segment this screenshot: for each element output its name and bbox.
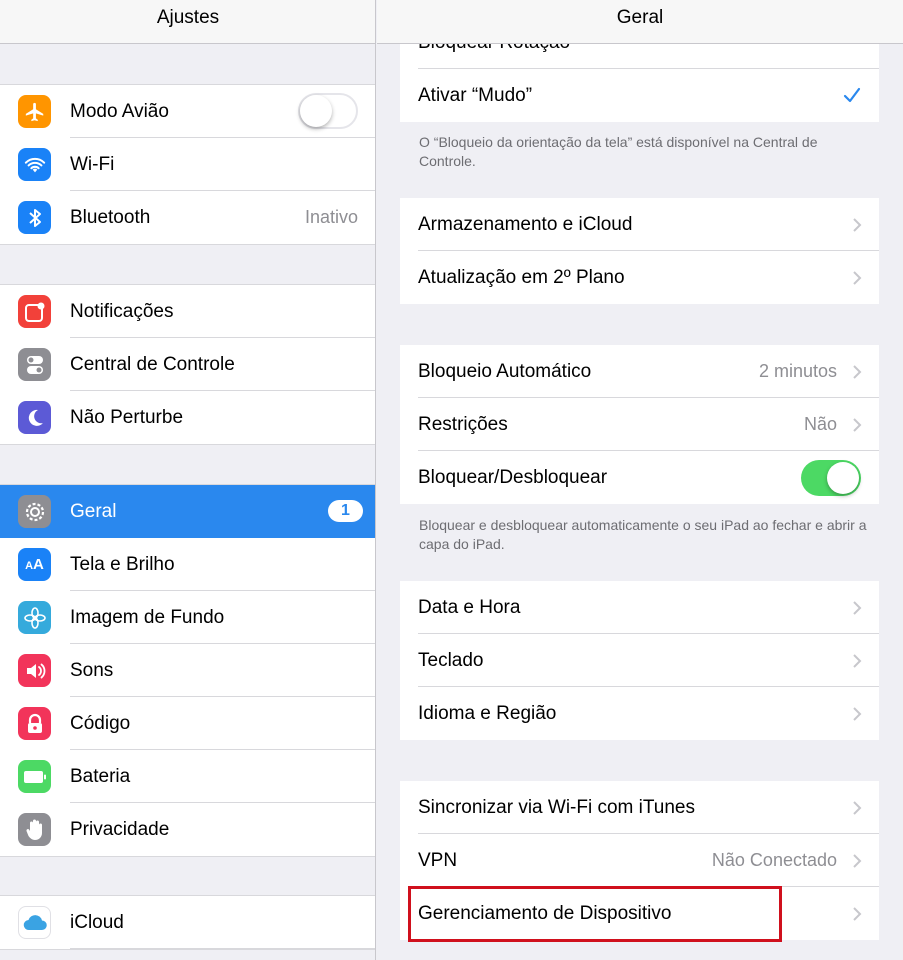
sidebar-item-label: Imagem de Fundo [70, 607, 225, 628]
settings-sidebar: Ajustes Modo Avião Wi-Fi Bluetooth Inati… [0, 0, 376, 960]
sidebar-item-notifications[interactable]: Notificações [0, 285, 375, 338]
update-badge: 1 [328, 500, 363, 522]
lock-unlock-toggle[interactable] [801, 460, 861, 496]
row-label: Restrições [418, 414, 508, 435]
sidebar-item-airplane-mode[interactable]: Modo Avião [0, 85, 375, 138]
chevron-right-icon [853, 218, 862, 232]
sidebar-item-label: Wi-Fi [70, 154, 115, 175]
sidebar-group-general: Geral 1 AA Tela e Brilho Imagem de Fundo… [0, 484, 375, 857]
lock-group: Bloqueio Automático 2 minutos Restrições… [400, 345, 879, 504]
itunes-wifi-sync-row[interactable]: Sincronizar via Wi-Fi com iTunes [400, 781, 879, 834]
sidebar-item-label: Não Perturbe [70, 407, 184, 428]
auto-lock-value: 2 minutos [758, 361, 837, 381]
sidebar-group-connectivity: Modo Avião Wi-Fi Bluetooth Inativo [0, 84, 375, 245]
background-refresh-row[interactable]: Atualização em 2º Plano [400, 251, 879, 304]
wallpaper-icon [18, 601, 51, 634]
sidebar-item-label: Privacidade [70, 819, 170, 840]
row-label: Bloquear/Desbloquear [418, 467, 608, 488]
vpn-status: Não Conectado [711, 850, 837, 870]
sidebar-item-label: Modo Avião [70, 101, 169, 122]
storage-icloud-row[interactable]: Armazenamento e iCloud [400, 198, 879, 251]
vpn-row[interactable]: VPN Não Conectado [400, 834, 879, 887]
checkmark-icon [843, 87, 861, 103]
sidebar-item-do-not-disturb[interactable]: Não Perturbe [0, 391, 375, 444]
restrictions-row[interactable]: Restrições Não [400, 398, 879, 451]
chevron-right-icon [853, 707, 862, 721]
sidebar-item-wifi[interactable]: Wi-Fi [0, 138, 375, 191]
control-center-icon [18, 348, 51, 381]
chevron-right-icon [853, 365, 862, 379]
sidebar-item-label: Central de Controle [70, 354, 235, 375]
sidebar-item-label: Geral [70, 501, 117, 522]
sidebar-group-accounts: iCloud [0, 895, 375, 950]
notifications-icon [18, 295, 51, 328]
sidebar-item-privacy[interactable]: Privacidade [0, 803, 375, 856]
display-brightness-icon: AA [18, 548, 51, 581]
sidebar-item-general[interactable]: Geral 1 [0, 485, 375, 538]
sidebar-item-icloud[interactable]: iCloud [0, 896, 375, 949]
lock-unlock-row: Bloquear/Desbloquear [400, 451, 879, 504]
sidebar-item-label: Tela e Brilho [70, 554, 175, 575]
gear-icon [18, 495, 51, 528]
sidebar-item-display-brightness[interactable]: AA Tela e Brilho [0, 538, 375, 591]
hand-icon [18, 813, 51, 846]
row-label: Teclado [418, 650, 484, 671]
general-settings-pane: Geral Bloquear Rotação Ativar “Mudo” O “… [377, 0, 903, 960]
locale-group: Data e Hora Teclado Idioma e Região [400, 581, 879, 740]
auto-lock-row[interactable]: Bloqueio Automático 2 minutos [400, 345, 879, 398]
row-label: VPN [418, 850, 458, 871]
row-label: Bloqueio Automático [418, 361, 592, 382]
sidebar-item-battery[interactable]: Bateria [0, 750, 375, 803]
keyboard-row[interactable]: Teclado [400, 634, 879, 687]
sidebar-item-label: Bluetooth [70, 207, 151, 228]
row-label: Atualização em 2º Plano [418, 267, 625, 288]
sidebar-item-label: Notificações [70, 301, 174, 322]
bluetooth-status: Inativo [304, 207, 358, 227]
speaker-icon [18, 654, 51, 687]
lock-icon [18, 707, 51, 740]
sidebar-item-label: iCloud [70, 912, 124, 933]
battery-icon [18, 760, 51, 793]
sidebar-title: Ajustes [0, 0, 375, 44]
sidebar-item-control-center[interactable]: Central de Controle [0, 338, 375, 391]
airplane-icon [18, 95, 51, 128]
restrictions-value: Não [803, 414, 837, 434]
row-label: Idioma e Região [418, 703, 557, 724]
sidebar-item-label: Código [70, 713, 131, 734]
chevron-right-icon [853, 601, 862, 615]
bluetooth-icon [18, 201, 51, 234]
sidebar-item-sounds[interactable]: Sons [0, 644, 375, 697]
mute-option[interactable]: Ativar “Mudo” [400, 69, 879, 122]
lock-unlock-note: Bloquear e desbloquear automaticamente o… [419, 517, 867, 552]
page-title: Geral [377, 0, 903, 44]
storage-group: Armazenamento e iCloud Atualização em 2º… [400, 198, 879, 304]
sidebar-item-label: Bateria [70, 766, 131, 787]
airplane-mode-toggle[interactable] [298, 93, 358, 129]
orientation-lock-note: O “Bloqueio da orientação da tela” está … [419, 134, 818, 169]
chevron-right-icon [853, 418, 862, 432]
chevron-right-icon [853, 801, 862, 815]
row-label: Data e Hora [418, 597, 521, 618]
cloud-icon [18, 906, 51, 939]
wifi-icon [18, 148, 51, 181]
row-label: Armazenamento e iCloud [418, 214, 633, 235]
date-time-row[interactable]: Data e Hora [400, 581, 879, 634]
row-label: Sincronizar via Wi-Fi com iTunes [418, 797, 695, 818]
language-region-row[interactable]: Idioma e Região [400, 687, 879, 740]
sidebar-item-label: Sons [70, 660, 114, 681]
moon-icon [18, 401, 51, 434]
sidebar-group-notifications: Notificações Central de Controle Não Per… [0, 284, 375, 445]
chevron-right-icon [853, 654, 862, 668]
sidebar-item-wallpaper[interactable]: Imagem de Fundo [0, 591, 375, 644]
chevron-right-icon [853, 854, 862, 868]
chevron-right-icon [853, 907, 862, 921]
chevron-right-icon [853, 271, 862, 285]
device-management-highlight [408, 886, 782, 942]
sidebar-item-bluetooth[interactable]: Bluetooth Inativo [0, 191, 375, 244]
option-label: Ativar “Mudo” [418, 85, 533, 106]
sidebar-item-passcode[interactable]: Código [0, 697, 375, 750]
